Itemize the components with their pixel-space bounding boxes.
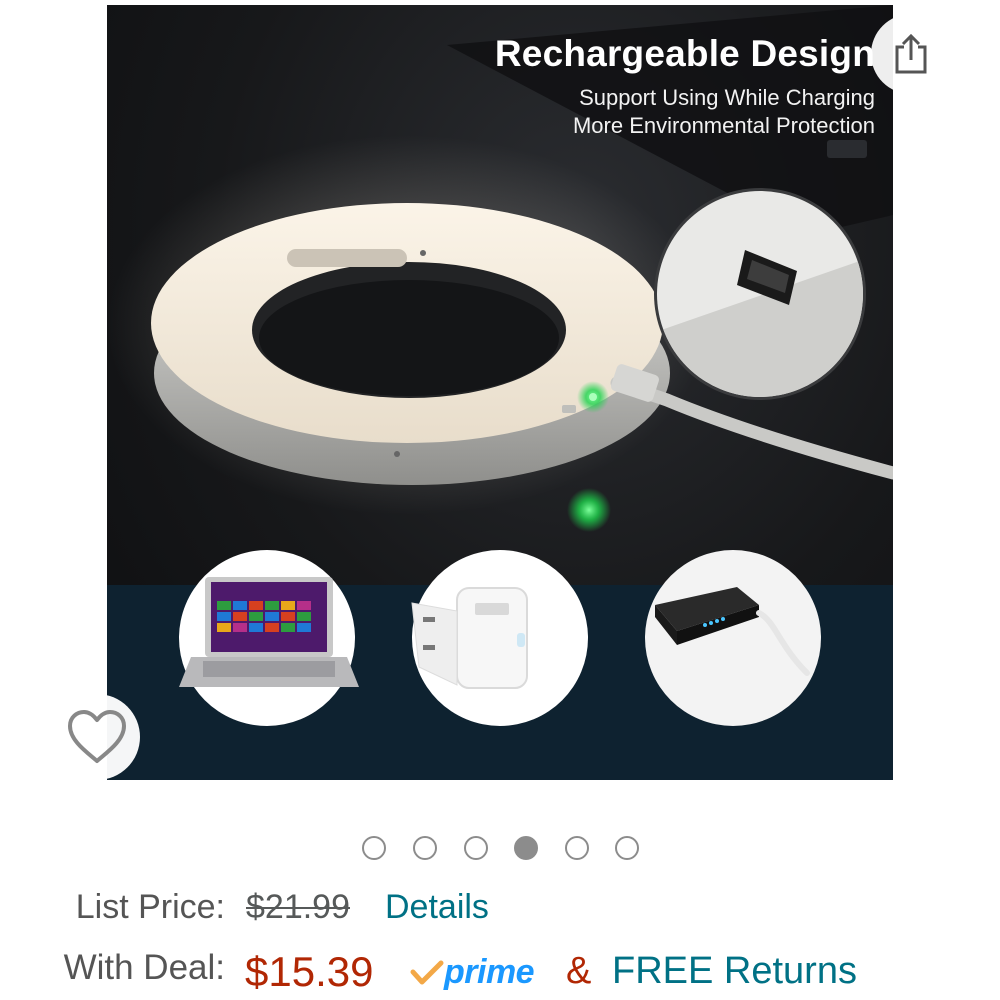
list-price-row: List Price: $21.99 Details xyxy=(0,888,1000,934)
free-returns-link[interactable]: FREE Returns xyxy=(612,950,857,993)
carousel-dot-4-active[interactable] xyxy=(514,836,538,860)
promo-subline-1: Support Using While Charging xyxy=(579,85,875,110)
deal-price-value: $15.39 xyxy=(245,948,374,995)
prime-badge: prime xyxy=(410,952,535,992)
deal-price-row: With Deal: $15.39 prime & FREE Returns xyxy=(0,948,1000,1000)
ampersand: & xyxy=(566,950,592,992)
carousel-dot-1[interactable] xyxy=(362,836,386,860)
carousel-dot-6[interactable] xyxy=(615,836,639,860)
list-price-label: List Price: xyxy=(75,888,225,926)
share-icon xyxy=(895,33,927,74)
carousel-dot-5[interactable] xyxy=(565,836,589,860)
product-page: Rechargeable Design Support Using While … xyxy=(0,0,1000,1000)
promo-headline: Rechargeable Design xyxy=(494,33,875,74)
share-button[interactable] xyxy=(871,14,951,94)
carousel-dot-2[interactable] xyxy=(413,836,437,860)
carousel-dot-3[interactable] xyxy=(464,836,488,860)
heart-outline-icon xyxy=(68,710,126,763)
carousel-dots xyxy=(0,836,1000,860)
prime-text: prime xyxy=(444,952,535,991)
prime-check-icon xyxy=(410,960,444,985)
deal-price-label: With Deal: xyxy=(63,948,225,987)
details-link[interactable]: Details xyxy=(385,888,489,927)
wishlist-button[interactable] xyxy=(54,694,140,780)
product-image[interactable]: Rechargeable Design Support Using While … xyxy=(107,5,893,780)
list-price-value: $21.99 xyxy=(246,888,350,926)
promo-subline-2: More Environmental Protection xyxy=(572,113,875,138)
